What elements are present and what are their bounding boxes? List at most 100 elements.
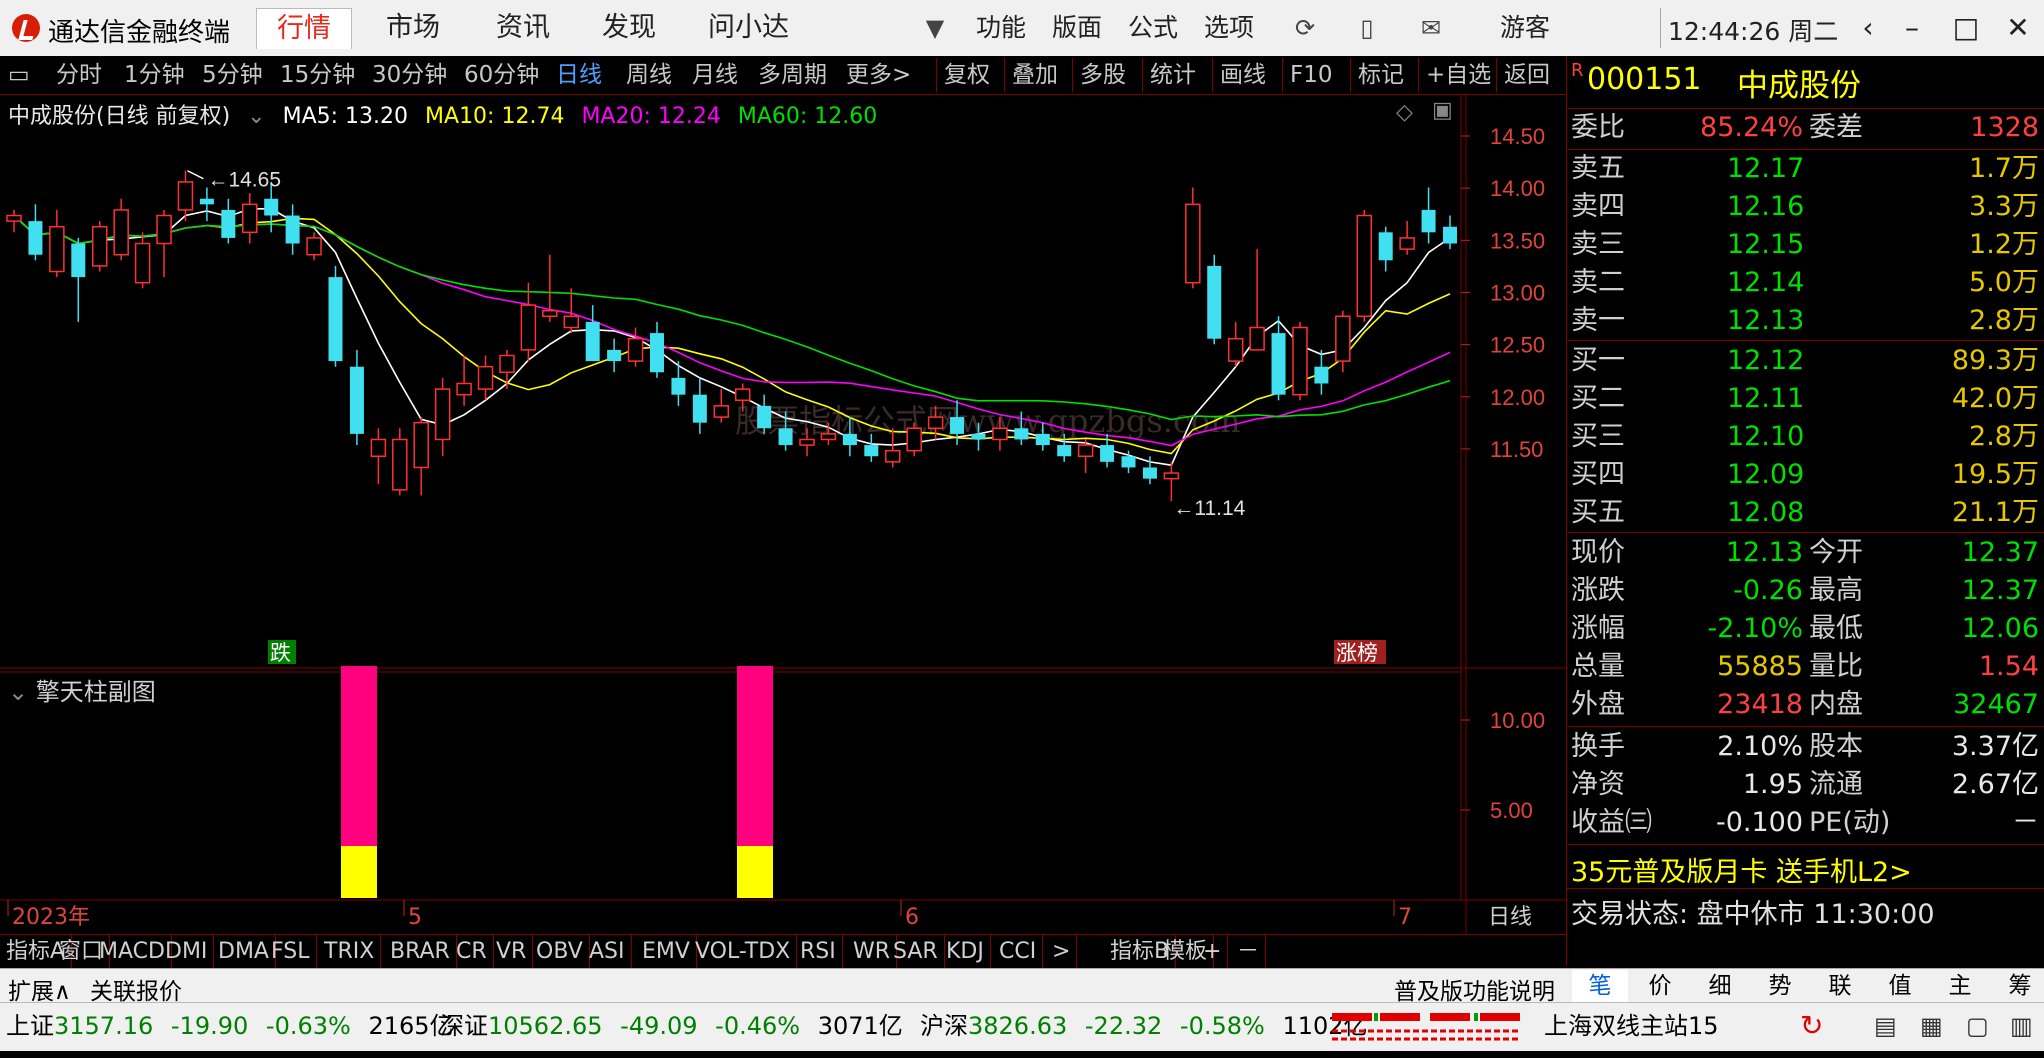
indicator-tab-18[interactable]: CCI xyxy=(993,935,1044,969)
bid-row-3[interactable]: 买三 12.10 2.8万 xyxy=(1567,418,2044,456)
indicator-tab-13[interactable]: VOL-TDX xyxy=(689,935,798,969)
bid-row-2[interactable]: 买二 12.11 42.0万 xyxy=(1567,380,2044,418)
ask-row-5[interactable]: 卖一 12.13 2.8万 xyxy=(1567,302,2044,340)
trade-state: 交易状态: 盘中休市 11:30:00 xyxy=(1571,899,1935,930)
nav-tab-discover[interactable]: 发现 xyxy=(582,8,676,48)
nav-tab-news[interactable]: 资讯 xyxy=(476,8,570,48)
index-sz[interactable]: 深证10562.65 -49.09 -0.46% 3071亿 xyxy=(440,1003,903,1049)
indicator-tab-23[interactable]: － xyxy=(1231,935,1267,969)
index-sh[interactable]: 上证3157.16 -19.90 -0.63% 2165亿 xyxy=(6,1003,454,1049)
quote-tab-6[interactable]: 主 xyxy=(1932,970,1988,1002)
indicator-tab-5[interactable]: FSL xyxy=(265,935,317,969)
btn-adjust[interactable]: 复权 xyxy=(936,58,990,92)
close-icon[interactable]: ✕ xyxy=(1996,10,2040,46)
minimize-icon[interactable]: – xyxy=(1890,10,1934,46)
bid-row-5[interactable]: 买五 12.08 21.1万 xyxy=(1567,494,2044,532)
grid-icon[interactable]: ▦ xyxy=(1920,1003,1943,1049)
connection-refresh-icon[interactable]: ↻ xyxy=(1800,1003,1823,1049)
indicator-tab-22[interactable]: + xyxy=(1197,935,1229,969)
phone-icon[interactable]: ▯ xyxy=(1352,14,1382,42)
server-name[interactable]: 上海双线主站15 xyxy=(1544,1003,1719,1049)
bid-volume: 2.8万 xyxy=(1969,421,2039,452)
menu-layout[interactable]: 版面 xyxy=(1052,8,1102,48)
bid-row-1[interactable]: 买一 12.12 89.3万 xyxy=(1567,342,2044,380)
quote-tab-1[interactable]: 价 xyxy=(1632,970,1688,1002)
candle-body xyxy=(906,427,922,452)
candle-body xyxy=(199,198,214,205)
chart-icon[interactable]: ▥ xyxy=(2010,1003,2033,1049)
quote-tab-2[interactable]: 细 xyxy=(1692,970,1748,1002)
btn-add-watchlist[interactable]: +自选 xyxy=(1418,58,1491,92)
period-monthly[interactable]: 月线 xyxy=(692,58,738,92)
menu-function[interactable]: 功能 xyxy=(976,8,1026,48)
indicator-tab-8[interactable]: CR xyxy=(450,935,494,969)
menu-options[interactable]: 选项 xyxy=(1204,8,1254,48)
index-hs[interactable]: 沪深3826.63 -22.32 -0.58% 1102亿 xyxy=(920,1003,1368,1049)
promo-link[interactable]: 35元普及版月卡 送手机L2> xyxy=(1571,850,1912,889)
expand-button[interactable]: 扩展∧ xyxy=(8,972,71,1006)
period-5min[interactable]: 5分钟 xyxy=(202,58,263,92)
stat-value: 1.95 xyxy=(1742,769,1803,800)
btn-overlay[interactable]: 叠加 xyxy=(1004,58,1058,92)
period-30min[interactable]: 30分钟 xyxy=(372,58,447,92)
nav-tab-market[interactable]: 市场 xyxy=(366,8,460,48)
dropdown-arrow-icon[interactable]: ▼ xyxy=(920,14,950,42)
btn-f10[interactable]: F10 xyxy=(1282,58,1333,92)
indicator-tab-6[interactable]: TRIX xyxy=(318,935,382,969)
period-15min[interactable]: 15分钟 xyxy=(280,58,355,92)
candle xyxy=(692,377,707,434)
quote-tab-5[interactable]: 值 xyxy=(1872,970,1928,1002)
candle xyxy=(585,305,600,362)
bid-price: 12.08 xyxy=(1727,497,1805,528)
period-minute[interactable]: 分时 xyxy=(56,58,102,92)
help-link[interactable]: 普及版功能说明 xyxy=(1394,972,1555,1006)
quote-tab-0[interactable]: 笔 xyxy=(1572,970,1628,1002)
period-60min[interactable]: 60分钟 xyxy=(464,58,539,92)
maximize-icon[interactable]: □ xyxy=(1944,10,1988,46)
related-quotes-button[interactable]: 关联报价 xyxy=(90,972,182,1006)
back-arrow-icon[interactable]: ‹ xyxy=(1846,10,1890,46)
panel-toggle-icon[interactable]: ▭ xyxy=(8,58,30,92)
quote-tab-7[interactable]: 筹 xyxy=(1992,970,2044,1002)
period-more[interactable]: 更多> xyxy=(846,58,911,92)
indicator-tab-3[interactable]: DMI xyxy=(159,935,215,969)
indicator-tab-12[interactable]: EMV xyxy=(636,935,697,969)
period-multi[interactable]: 多周期 xyxy=(758,58,827,92)
indicator-tab-14[interactable]: RSI xyxy=(794,935,843,969)
btn-draw[interactable]: 画线 xyxy=(1212,58,1266,92)
chat-icon[interactable]: ▢ xyxy=(1966,1003,1989,1049)
ask-row-3[interactable]: 卖三 12.15 1.2万 xyxy=(1567,226,2044,264)
indicator-tab-19[interactable]: > xyxy=(1046,935,1078,969)
btn-stats[interactable]: 统计 xyxy=(1142,58,1196,92)
btn-back[interactable]: 返回 xyxy=(1496,58,1550,92)
quote-tab-4[interactable]: 联 xyxy=(1812,970,1868,1002)
ask-row-2[interactable]: 卖四 12.16 3.3万 xyxy=(1567,188,2044,226)
indicator-tab-16[interactable]: SAR xyxy=(887,935,945,969)
user-label[interactable]: 游客 xyxy=(1500,8,1550,48)
btn-multistock[interactable]: 多股 xyxy=(1072,58,1126,92)
btn-mark[interactable]: 标记 xyxy=(1350,58,1404,92)
period-1min[interactable]: 1分钟 xyxy=(124,58,185,92)
stat-value: -0.26 xyxy=(1733,575,1803,606)
calendar-icon[interactable]: ▤ xyxy=(1874,1003,1897,1049)
menu-formula[interactable]: 公式 xyxy=(1128,8,1178,48)
bottom-bar: 扩展∧ 关联报价 普及版功能说明 笔价细势联值主筹 xyxy=(0,968,2044,1006)
indicator-tab-11[interactable]: ASI xyxy=(583,935,632,969)
mail-icon[interactable]: ✉ xyxy=(1416,14,1446,42)
sub-chart-chevron-icon[interactable]: ⌄ xyxy=(8,678,28,706)
refresh-icon[interactable]: ⟳ xyxy=(1290,14,1320,42)
bid-row-4[interactable]: 买四 12.09 19.5万 xyxy=(1567,456,2044,494)
ask-row-4[interactable]: 卖二 12.14 5.0万 xyxy=(1567,264,2044,302)
indicator-tab-10[interactable]: OBV xyxy=(530,935,590,969)
period-daily[interactable]: 日线 xyxy=(556,58,602,92)
nav-tab-ask[interactable]: 问小达 xyxy=(688,8,809,48)
indicator-tab-7[interactable]: BRAR xyxy=(384,935,457,969)
kline-chart[interactable]: 股票指标公式网www.gpzbgs.com 14.50 14.00 13.50 13.… xyxy=(0,94,1566,934)
nav-tab-quotes[interactable]: 行情 xyxy=(256,8,352,49)
indicator-tab-17[interactable]: KDJ xyxy=(940,935,991,969)
ask-row-1[interactable]: 卖五 12.17 1.7万 xyxy=(1567,150,2044,188)
indicator-tab-9[interactable]: VR xyxy=(490,935,534,969)
quote-tab-3[interactable]: 势 xyxy=(1752,970,1808,1002)
bid-label: 买二 xyxy=(1571,383,1625,414)
period-weekly[interactable]: 周线 xyxy=(626,58,672,92)
